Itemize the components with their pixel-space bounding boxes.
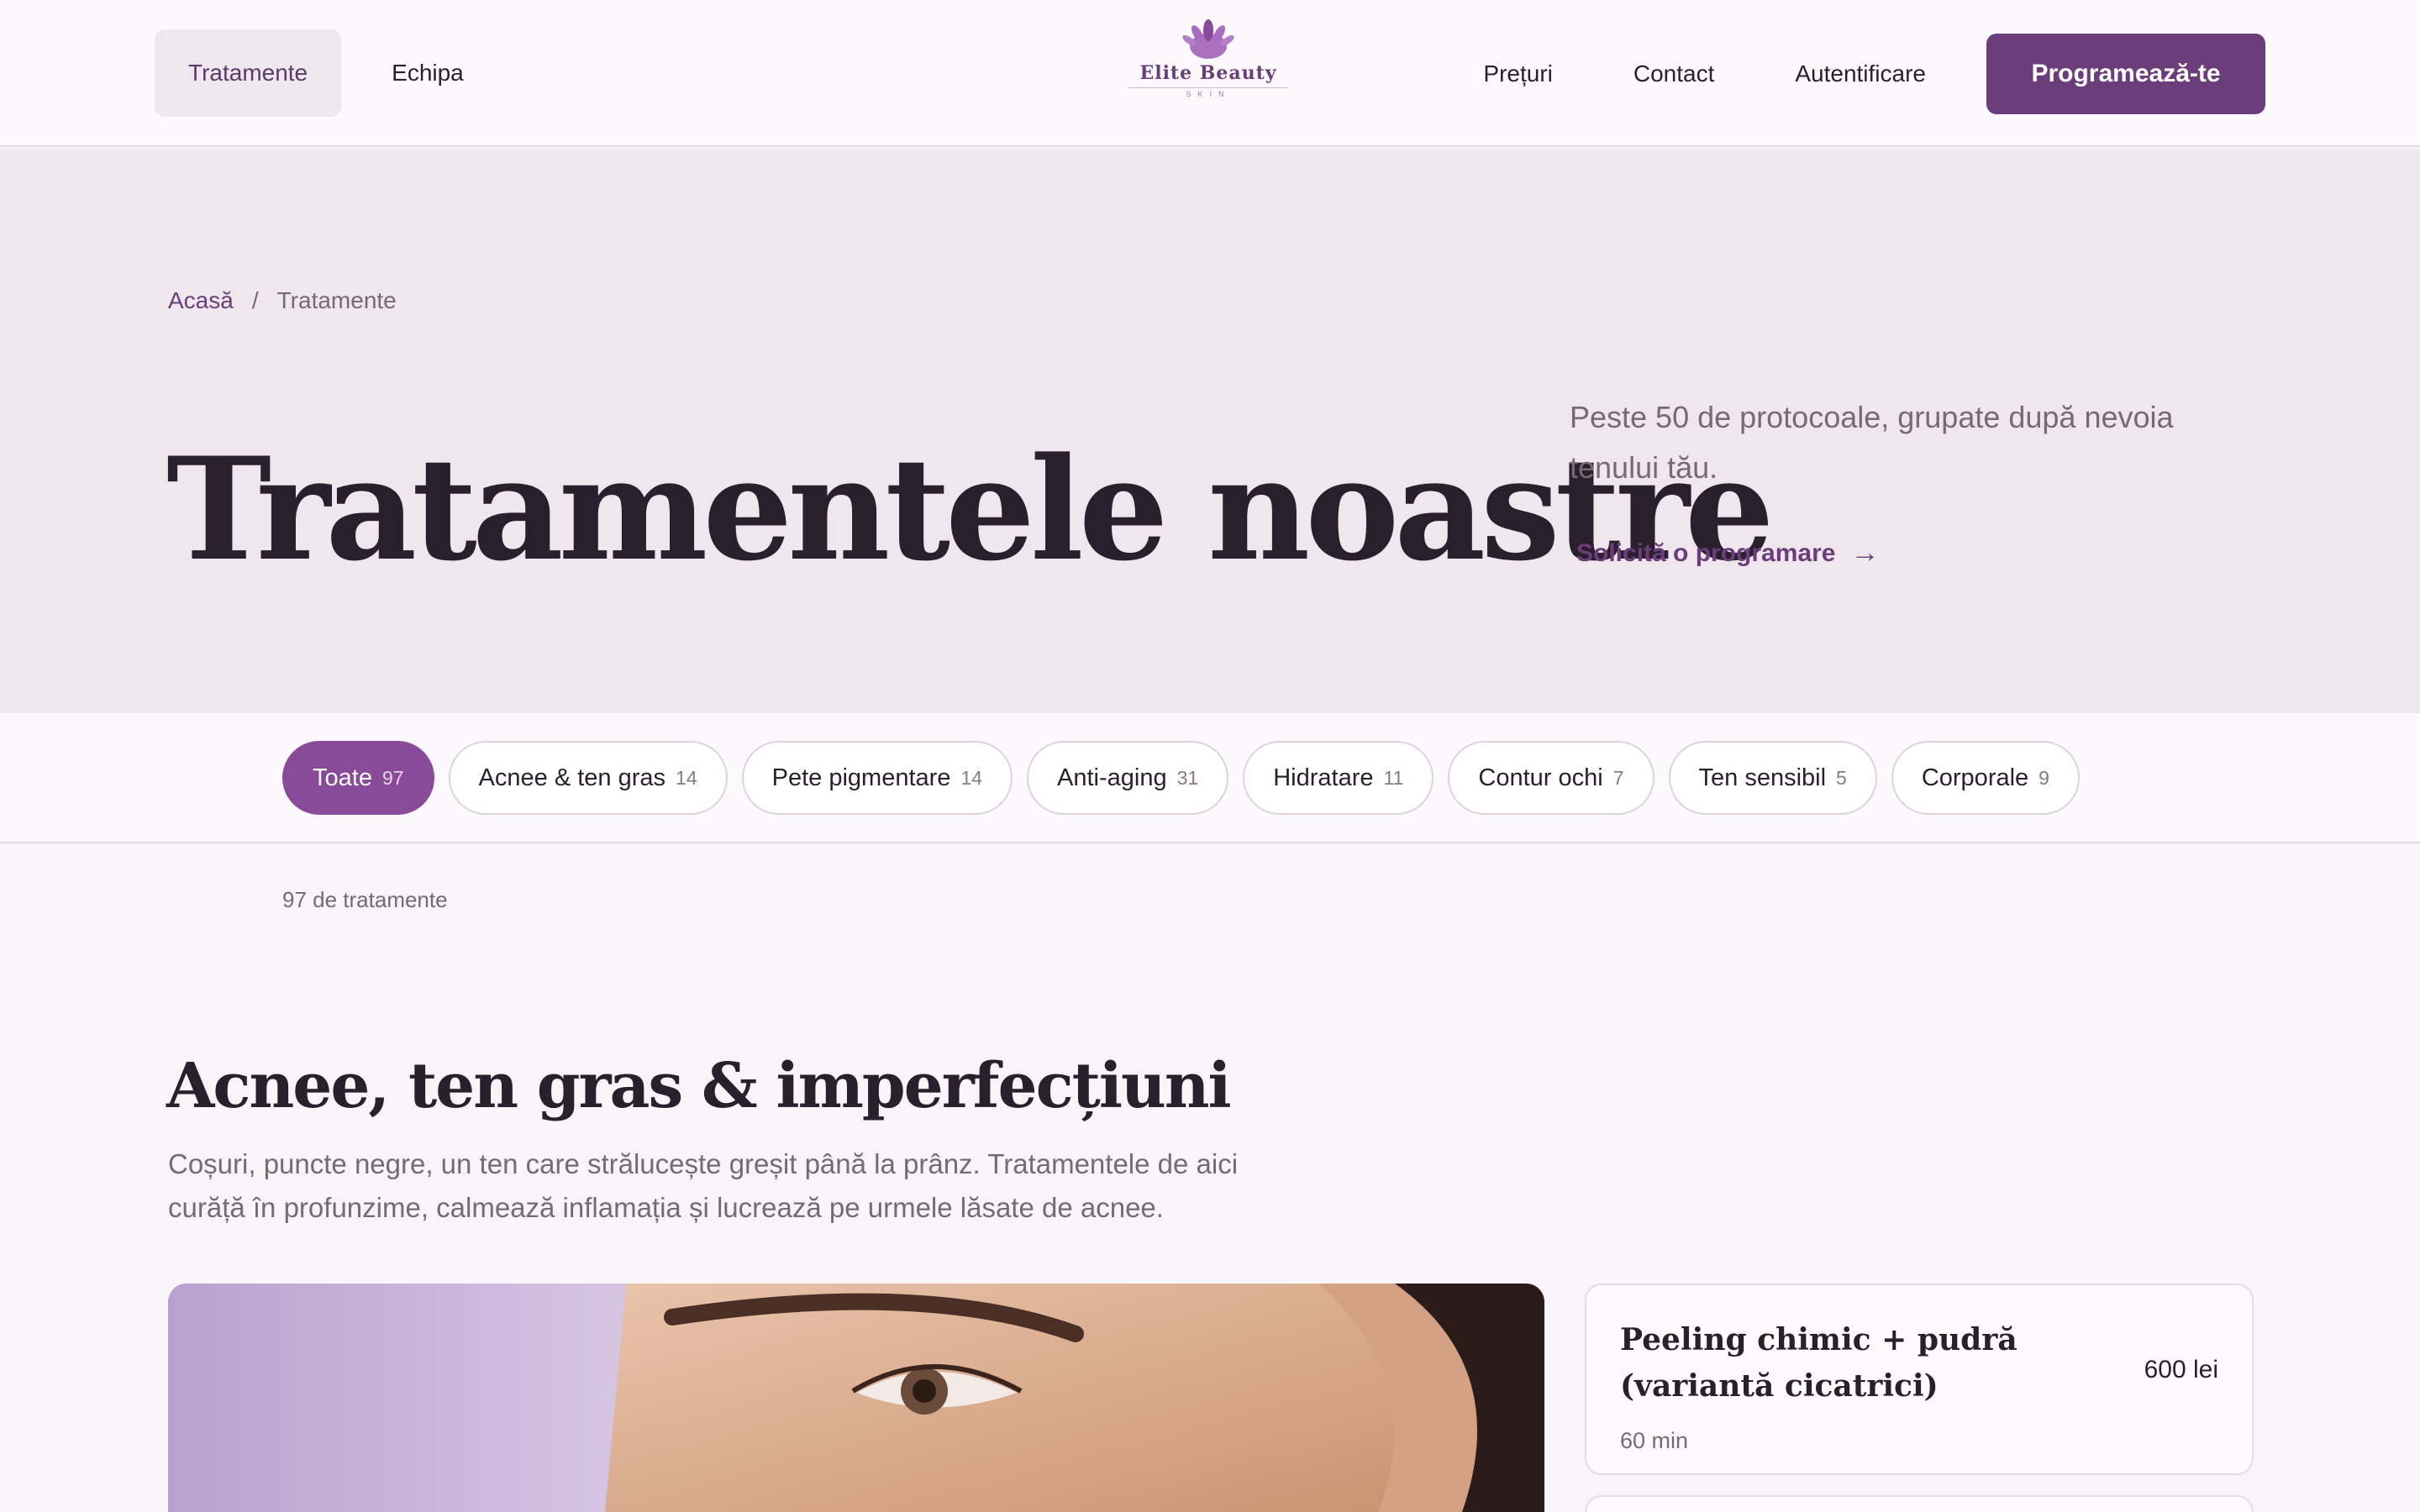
lotus-icon: [1182, 19, 1234, 59]
nav-item-echipa[interactable]: Echipa: [358, 29, 497, 117]
filter-chip-contur-ochi[interactable]: Contur ochi 7: [1448, 741, 1655, 815]
chip-count: 11: [1383, 766, 1404, 789]
result-count: 97 de tratamente: [282, 887, 448, 912]
chip-count: 97: [381, 766, 404, 789]
face-illustration: [168, 1284, 1544, 1512]
nav-item-autentificare[interactable]: Autentificare: [1754, 60, 1966, 87]
filter-chip-anti-aging[interactable]: Anti-aging 31: [1027, 741, 1229, 815]
chip-count: 14: [960, 766, 983, 789]
breadcrumb-current: Tratamente: [276, 287, 397, 313]
breadcrumb-separator: /: [251, 287, 259, 313]
logo-name: Elite Beauty: [1139, 62, 1277, 84]
chip-count: 5: [1836, 766, 1847, 789]
treatment-price: 600 lei: [2144, 1356, 2218, 1383]
request-appointment-label: Solicită o programare: [1576, 538, 1836, 567]
chip-label: Ten sensibil: [1698, 764, 1827, 791]
nav-item-preturi[interactable]: Prețuri: [1483, 60, 1592, 87]
hero-section: Acasă / Tratamente Tratamentele noastre …: [0, 149, 2420, 713]
primary-nav-right: Prețuri Contact Autentificare Programeaz…: [1483, 34, 2265, 114]
treatment-name: Peeling chimic + pudră (variantă cicatri…: [1620, 1322, 2018, 1404]
chip-label: Corporale: [1921, 764, 2029, 791]
filter-chips: Toate 97 Acnee & ten gras 14 Pete pigmen…: [282, 741, 2080, 815]
nav-item-tratamente[interactable]: Tratamente: [155, 29, 342, 117]
site-logo[interactable]: Elite Beauty SKIN: [1126, 18, 1291, 111]
filter-chip-acnee[interactable]: Acnee & ten gras 14: [448, 741, 728, 815]
treatment-card[interactable]: [1585, 1495, 2254, 1512]
section-description: Coșuri, puncte negre, un ten care strălu…: [168, 1148, 1239, 1223]
chip-count: 7: [1612, 766, 1624, 789]
filter-chip-pete-pigmentare[interactable]: Pete pigmentare 14: [741, 741, 1013, 815]
filter-chip-hidratare[interactable]: Hidratare 11: [1243, 741, 1434, 815]
logo-subtitle: SKIN: [1186, 90, 1231, 98]
site-header: Tratamente Echipa Elite Beauty SKIN Preț…: [0, 0, 2420, 147]
treatment-photo: [168, 1284, 1544, 1512]
chip-label: Hidratare: [1273, 764, 1374, 791]
page-title: Tratamentele noastre: [166, 426, 1775, 592]
hero-description: Peste 50 de protocoale, grupate după nev…: [1570, 400, 2174, 485]
chip-count: 14: [676, 766, 697, 789]
filter-chip-toate[interactable]: Toate 97: [282, 741, 434, 815]
treatment-card[interactable]: Peeling chimic + pudră (variantă cicatri…: [1585, 1284, 2254, 1475]
breadcrumb: Acasă / Tratamente: [168, 287, 397, 314]
arrow-right-icon: →: [1850, 537, 1880, 569]
book-appointment-button[interactable]: Programează-te: [1986, 34, 2265, 114]
breadcrumb-home[interactable]: Acasă: [168, 287, 234, 314]
chip-label: Anti-aging: [1057, 764, 1167, 791]
filter-chip-corporale[interactable]: Corporale 9: [1891, 741, 2080, 815]
chip-label: Toate: [313, 764, 372, 791]
chip-count: 31: [1176, 766, 1199, 789]
section-title: Acnee, ten gras & imperfecțiuni: [166, 1050, 1232, 1122]
nav-item-contact[interactable]: Contact: [1593, 60, 1755, 87]
treatment-duration: 60 min: [1620, 1428, 1689, 1453]
filter-chip-ten-sensibil[interactable]: Ten sensibil 5: [1668, 741, 1877, 815]
logo-divider: [1128, 87, 1288, 88]
chip-label: Pete pigmentare: [771, 764, 951, 791]
chip-label: Acnee & ten gras: [478, 764, 666, 791]
category-filter-bar: Toate 97 Acnee & ten gras 14 Pete pigmen…: [0, 713, 2420, 843]
primary-nav-left: Tratamente Echipa: [155, 29, 497, 117]
request-appointment-link[interactable]: Solicită o programare →: [1576, 537, 1879, 570]
chip-label: Contur ochi: [1478, 764, 1603, 791]
chip-count: 9: [2039, 766, 2049, 789]
